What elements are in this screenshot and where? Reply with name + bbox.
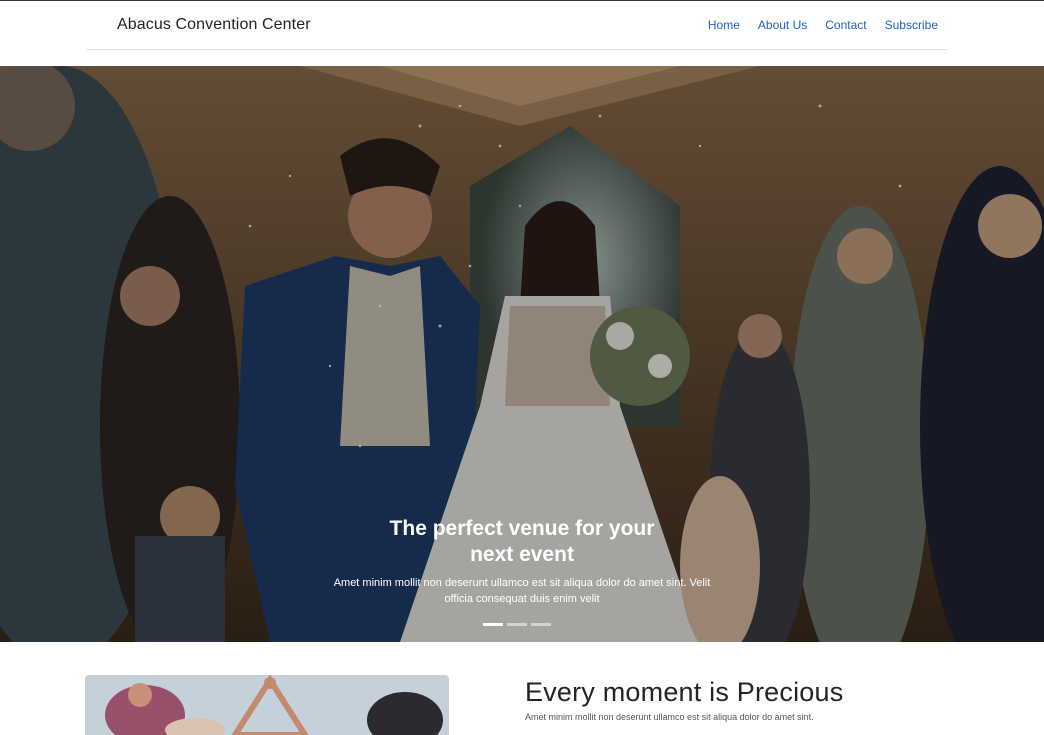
hero-carousel[interactable]: The perfect venue for your next event Am… [0, 66, 1044, 642]
nav-subscribe-link[interactable]: Subscribe [885, 18, 938, 32]
carousel-indicator-3[interactable] [531, 623, 551, 626]
hero-caption: The perfect venue for your next event Am… [0, 516, 1044, 607]
hero-subtitle: Amet minim mollit non deserunt ullamco e… [333, 577, 711, 605]
site-header: Abacus Convention Center Home About Us C… [86, 1, 948, 50]
nav-home-link[interactable]: Home [708, 18, 740, 32]
carousel-indicator-1[interactable] [483, 623, 503, 626]
nav-contact-link[interactable]: Contact [825, 18, 866, 32]
carousel-indicator-2[interactable] [507, 623, 527, 626]
carousel-indicators [483, 623, 551, 626]
feature-title: Every moment is Precious [525, 677, 844, 707]
nav-about-link[interactable]: About Us [758, 18, 807, 32]
brand-link[interactable]: Abacus Convention Center [117, 16, 311, 34]
feature-image [85, 675, 449, 735]
main-nav: Home About Us Contact Subscribe [690, 18, 938, 32]
feature-text: Amet minim mollit non deserunt ullamco e… [525, 712, 814, 722]
hero-title: The perfect venue for your next event [389, 517, 655, 566]
